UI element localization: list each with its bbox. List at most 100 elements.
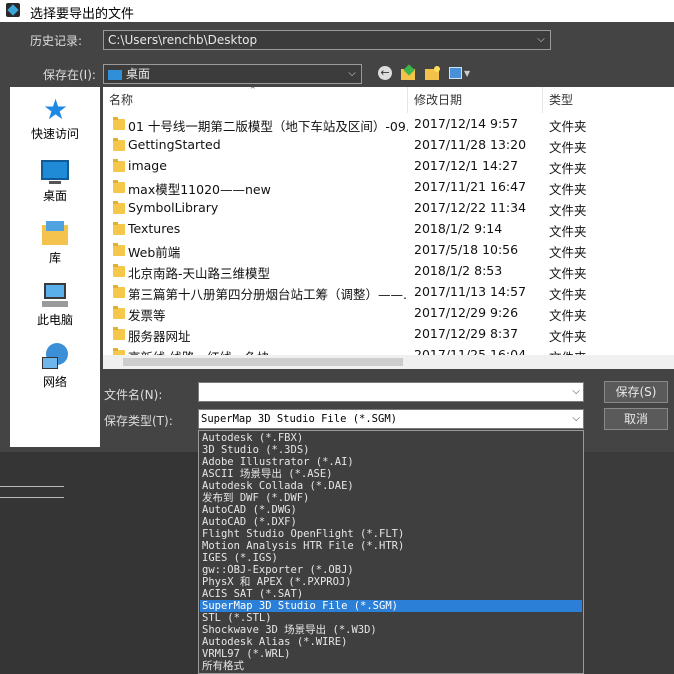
file-row[interactable]: Textures 2018/1/2 9:14 文件夹	[103, 219, 674, 240]
file-row[interactable]: max模型11020——new 2017/11/21 16:47 文件夹	[103, 177, 674, 198]
column-header-date[interactable]: 修改日期	[408, 87, 543, 113]
file-row[interactable]: image 2017/12/1 14:27 文件夹	[103, 156, 674, 177]
filetype-option[interactable]: PhysX 和 APEX (*.PXPROJ)	[200, 576, 582, 588]
filetype-option[interactable]: VRML97 (*.WRL)	[200, 648, 582, 660]
filetype-option[interactable]: AutoCAD (*.DWG)	[200, 504, 582, 516]
file-name: 发票等	[128, 308, 166, 323]
nav-library[interactable]: 库	[10, 219, 100, 266]
nav-label: 桌面	[42, 189, 67, 203]
nav-this-pc[interactable]: 此电脑	[10, 281, 100, 328]
filetype-option[interactable]: Shockwave 3D 场景导出 (*.W3D)	[200, 624, 582, 636]
file-row[interactable]: 北京南路-天山路三维模型 2018/1/2 8:53 文件夹	[103, 261, 674, 282]
scrollbar-thumb[interactable]	[123, 358, 403, 366]
history-value: C:\Users\renchb\Desktop	[108, 33, 258, 47]
nav-network[interactable]: 网络	[10, 343, 100, 390]
column-header-name[interactable]: 名称 ⌃	[103, 87, 408, 113]
file-date: 2017/12/1 14:27	[414, 158, 519, 173]
viewport-line	[0, 486, 64, 487]
filetype-option[interactable]: IGES (*.IGS)	[200, 552, 582, 564]
file-type: 文件夹	[549, 266, 587, 281]
filetype-option[interactable]: ACIS SAT (*.SAT)	[200, 588, 582, 600]
save-in-combo[interactable]: 桌面 ⌵	[103, 64, 362, 84]
file-date: 2017/11/13 14:57	[414, 284, 527, 299]
file-row[interactable]: SymbolLibrary 2017/12/22 11:34 文件夹	[103, 198, 674, 219]
file-name: image	[128, 158, 167, 173]
horizontal-scrollbar[interactable]	[103, 355, 674, 369]
viewport-line	[0, 497, 64, 498]
file-row[interactable]: GettingStarted 2017/11/28 13:20 文件夹	[103, 135, 674, 156]
folder-icon	[113, 117, 125, 130]
filetype-option[interactable]: Autodesk (*.FBX)	[200, 432, 582, 444]
file-row[interactable]: 高新线 线路、红线、色块 2017/11/25 16:04 文件夹	[103, 345, 674, 355]
new-folder-icon[interactable]	[425, 66, 441, 80]
filetype-option[interactable]: STL (*.STL)	[200, 612, 582, 624]
file-date: 2018/1/2 8:53	[414, 263, 503, 278]
file-row[interactable]: 01 十号线一期第二版模型（地下车站及区间）-09... 2017/12/14 9…	[103, 114, 674, 135]
back-arrow-icon[interactable]: ←	[378, 66, 392, 80]
title-bar: 选择要导出的文件	[0, 0, 674, 22]
filename-input[interactable]: ⌵	[198, 382, 584, 402]
filetype-option[interactable]: Motion Analysis HTR File (*.HTR)	[200, 540, 582, 552]
filetype-option[interactable]: 3D Studio (*.3DS)	[200, 444, 582, 456]
folder-icon	[113, 243, 125, 256]
filename-label: 文件名(N):	[104, 388, 163, 402]
file-type: 文件夹	[549, 224, 587, 239]
up-folder-icon[interactable]	[401, 64, 417, 80]
filetype-dropdown-list[interactable]: Autodesk (*.FBX) 3D Studio (*.3DS) Adobe…	[198, 430, 584, 674]
cancel-button[interactable]: 取消	[604, 408, 668, 430]
file-date: 2017/11/25 16:04	[414, 347, 527, 355]
filetype-select[interactable]: SuperMap 3D Studio File (*.SGM) ⌵	[198, 409, 584, 429]
file-row[interactable]: 服务器网址 2017/12/29 8:37 文件夹	[103, 324, 674, 345]
file-row[interactable]: 第三篇第十八册第四分册烟台站工筹（调整）——... 2017/11/13 14:5…	[103, 282, 674, 303]
file-type: 文件夹	[549, 287, 587, 302]
folder-icon	[113, 138, 125, 151]
filetype-option[interactable]: 发布到 DWF (*.DWF)	[200, 492, 582, 504]
filetype-label: 保存类型(T):	[104, 414, 173, 428]
sort-up-icon: ⌃	[249, 87, 257, 96]
folder-icon	[113, 327, 125, 340]
star-icon: ★	[43, 93, 69, 126]
filetype-value: SuperMap 3D Studio File (*.SGM)	[201, 413, 397, 425]
file-row[interactable]: 发票等 2017/12/29 9:26 文件夹	[103, 303, 674, 324]
file-type: 文件夹	[549, 347, 587, 355]
nav-desktop[interactable]: 桌面	[10, 157, 100, 204]
filetype-option[interactable]: Adobe Illustrator (*.AI)	[200, 456, 582, 468]
file-name: max模型11020——new	[128, 182, 271, 197]
file-list[interactable]: 名称 ⌃ 修改日期 类型 01 十号线一期第二版模型（地下车站及区间）-09..…	[103, 87, 674, 355]
file-name: 第三篇第十八册第四分册烟台站工筹（调整）——...	[128, 287, 408, 302]
view-menu-icon[interactable]: ▼	[449, 66, 471, 80]
filetype-option[interactable]: Autodesk Collada (*.DAE)	[200, 480, 582, 492]
chevron-down-icon[interactable]: ⌵	[346, 65, 358, 83]
file-name: Web前端	[128, 245, 181, 260]
filetype-option[interactable]: ASCII 场景导出 (*.ASE)	[200, 468, 582, 480]
filetype-option[interactable]: gw::OBJ-Exporter (*.OBJ)	[200, 564, 582, 576]
file-name: GettingStarted	[128, 137, 221, 152]
save-in-value: 桌面	[126, 67, 151, 81]
file-date: 2017/12/14 9:57	[414, 116, 519, 131]
history-combo[interactable]: C:\Users\renchb\Desktop ⌵	[103, 30, 551, 50]
column-header-type[interactable]: 类型	[543, 87, 674, 113]
chevron-down-icon[interactable]: ⌵	[535, 31, 547, 49]
window-title: 选择要导出的文件	[30, 7, 135, 22]
save-button[interactable]: 保存(S)	[604, 381, 668, 403]
file-type: 文件夹	[549, 203, 587, 218]
nav-label: 库	[48, 251, 61, 265]
filetype-option[interactable]: Flight Studio OpenFlight (*.FLT)	[200, 528, 582, 540]
nav-label: 网络	[42, 375, 67, 389]
chevron-down-icon[interactable]: ⌵	[572, 410, 580, 428]
file-name: SymbolLibrary	[128, 200, 219, 215]
file-date: 2018/1/2 9:14	[414, 221, 503, 236]
file-row[interactable]: Web前端 2017/5/18 10:56 文件夹	[103, 240, 674, 261]
filetype-option[interactable]: 所有格式	[200, 660, 582, 672]
nav-quick-access[interactable]: ★ 快速访问	[10, 95, 100, 142]
filetype-option[interactable]: Autodesk Alias (*.WIRE)	[200, 636, 582, 648]
filetype-option-selected[interactable]: SuperMap 3D Studio File (*.SGM)	[200, 600, 582, 612]
filetype-option[interactable]: AutoCAD (*.DXF)	[200, 516, 582, 528]
file-type: 文件夹	[549, 245, 587, 260]
app-icon	[6, 3, 20, 17]
library-icon	[40, 219, 70, 249]
folder-icon	[113, 180, 125, 193]
chevron-down-icon[interactable]: ⌵	[572, 383, 580, 401]
places-bar: ★ 快速访问 桌面 库 此电脑 网络	[10, 87, 100, 447]
computer-icon	[40, 281, 70, 311]
